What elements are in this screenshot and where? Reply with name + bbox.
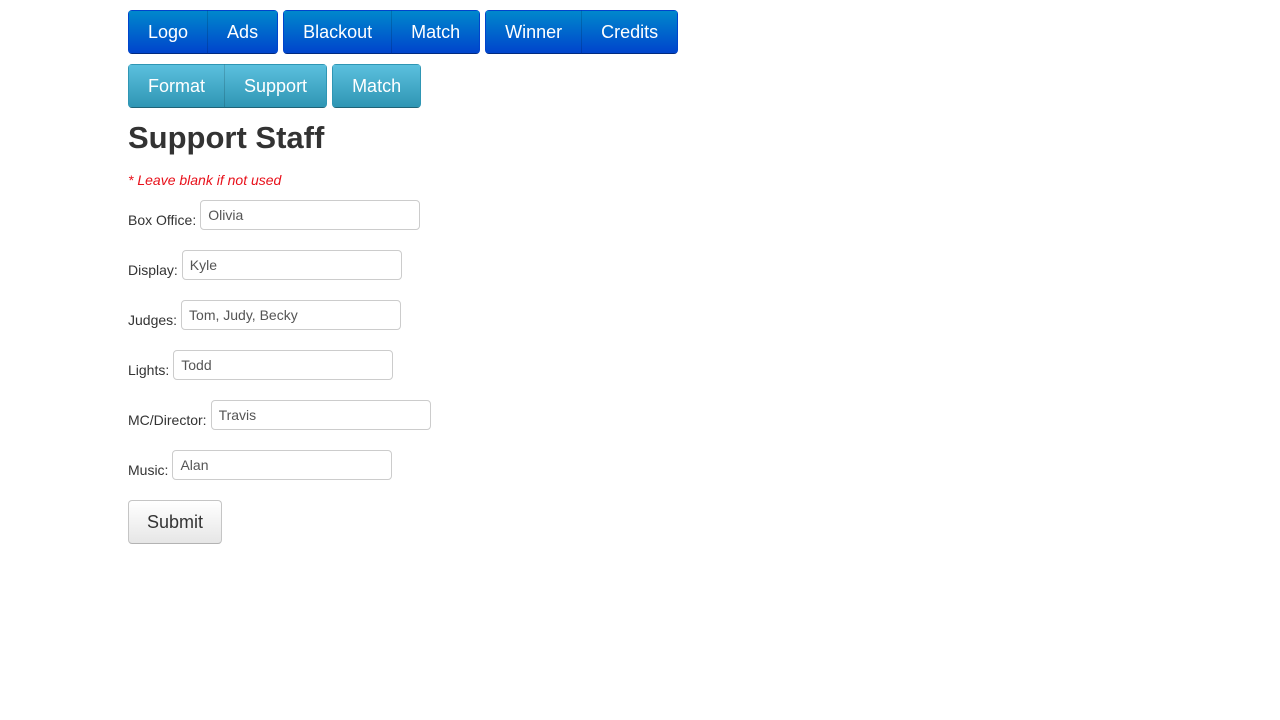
music-field: Music: [128, 450, 683, 480]
lights-field: Lights: [128, 350, 683, 380]
mc-director-input[interactable] [210, 400, 431, 430]
page-container: Logo Ads Blackout Match Winner Credits F… [128, 10, 683, 544]
logo-button[interactable]: Logo [128, 10, 209, 54]
ads-button[interactable]: Ads [207, 10, 279, 54]
display-label: Display: [128, 262, 178, 278]
match-settings-button[interactable]: Match [332, 64, 422, 108]
judges-input[interactable] [181, 300, 402, 330]
lights-input[interactable] [173, 350, 394, 380]
nav-group-blackout-match: Blackout Match [283, 10, 481, 54]
match-button[interactable]: Match [391, 10, 481, 54]
music-input[interactable] [172, 450, 393, 480]
nav-row-primary: Logo Ads Blackout Match Winner Credits [128, 10, 683, 54]
nav-group-winner-credits: Winner Credits [485, 10, 679, 54]
winner-button[interactable]: Winner [485, 10, 583, 54]
blank-note: * Leave blank if not used [128, 172, 282, 188]
box-office-label: Box Office: [128, 212, 197, 228]
nav-row-secondary: Format Support Match [128, 64, 683, 108]
mc-director-label: MC/Director: [128, 412, 207, 428]
judges-label: Judges: [128, 312, 178, 328]
display-input[interactable] [181, 250, 402, 280]
support-button[interactable]: Support [224, 64, 328, 108]
submit-button[interactable]: Submit [128, 500, 222, 544]
format-button[interactable]: Format [128, 64, 226, 108]
mc-director-field: MC/Director: [128, 400, 683, 430]
box-office-field: Box Office: [128, 200, 683, 230]
nav-group-match-settings: Match [332, 64, 422, 108]
nav-group-logo-ads: Logo Ads [128, 10, 279, 54]
credits-button[interactable]: Credits [581, 10, 679, 54]
page-title: Support Staff [128, 120, 325, 155]
judges-field: Judges: [128, 300, 683, 330]
display-field: Display: [128, 250, 683, 280]
lights-label: Lights: [128, 362, 170, 378]
music-label: Music: [128, 462, 169, 478]
support-staff-form: Box Office: Display: Judges: Lights: MC/… [128, 200, 683, 544]
box-office-input[interactable] [200, 200, 421, 230]
blackout-button[interactable]: Blackout [283, 10, 393, 54]
nav-group-format-support: Format Support [128, 64, 328, 108]
